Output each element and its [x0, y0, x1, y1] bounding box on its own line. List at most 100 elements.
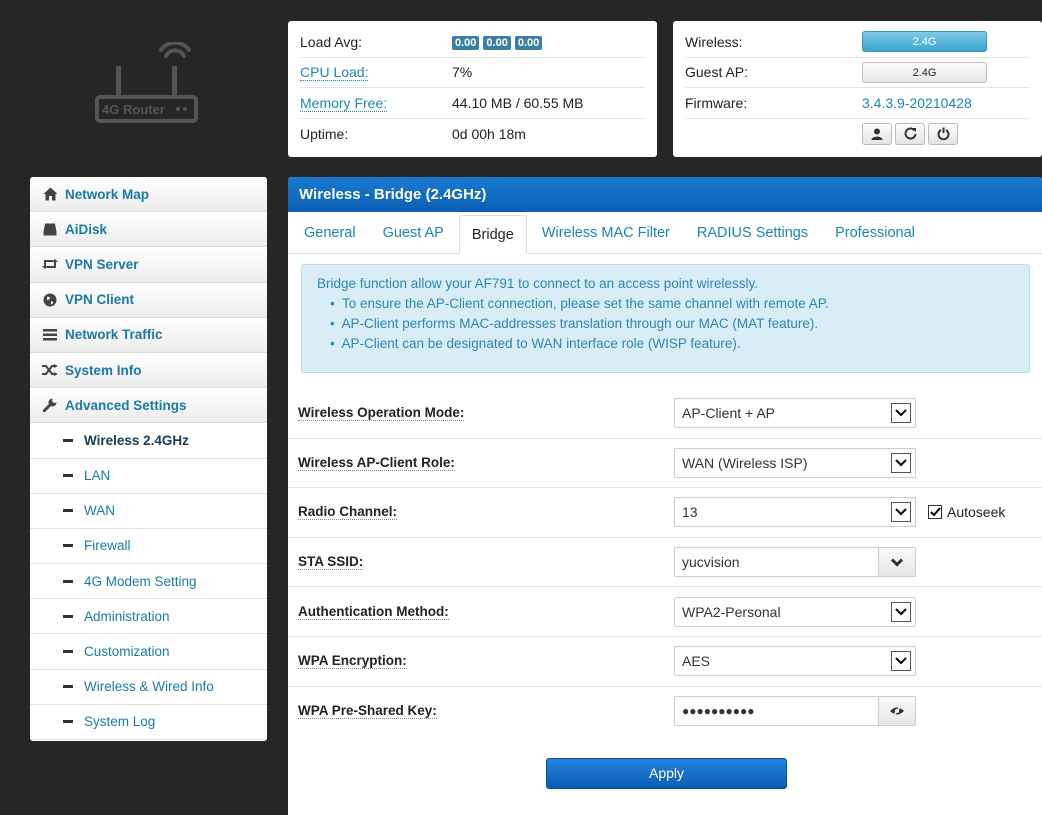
refresh-button[interactable]: [895, 122, 925, 145]
sidebar-item-network-traffic[interactable]: Network Traffic: [30, 317, 267, 353]
sidebar-item-label: Network Traffic: [65, 327, 163, 343]
retweet-icon: [40, 258, 60, 270]
info-bullet: • AP-Client performs MAC-addresses trans…: [330, 316, 819, 331]
memory-free-value: 44.10 MB / 60.55 MB: [452, 94, 584, 111]
dash-icon: [63, 614, 73, 618]
chevron-down-icon: [891, 558, 903, 567]
chevron-down-icon: [891, 502, 911, 523]
load-avg-5: 0.00: [483, 36, 511, 51]
sidebar-subitem-firewall[interactable]: Firewall: [30, 528, 267, 565]
sidebar-item-vpn-server[interactable]: VPN Server: [30, 247, 267, 283]
tab-bar: General Guest AP Bridge Wireless MAC Fil…: [288, 212, 1042, 254]
tab-radius-settings[interactable]: RADIUS Settings: [685, 214, 820, 253]
sidebar-item-system-info[interactable]: System Info: [30, 352, 267, 389]
sidebar-subitem-label: Firewall: [84, 538, 131, 554]
load-avg-label: Load Avg:: [300, 33, 363, 50]
chevron-down-icon: [891, 452, 911, 473]
encryption-value: AES: [682, 653, 711, 670]
sidebar-subitem-wireless-2g[interactable]: Wireless 2.4GHz: [30, 423, 267, 459]
sidebar-subitem-system-log[interactable]: System Log: [30, 704, 267, 740]
ssid-row: STA SSID: yucvision: [288, 538, 1042, 588]
sidebar-subitem-label: Wireless 2.4GHz: [84, 432, 189, 448]
sidebar-subitem-label: 4G Modem Setting: [84, 573, 197, 589]
tab-general[interactable]: General: [292, 214, 368, 253]
autoseek-option[interactable]: Autoseek: [928, 504, 1005, 520]
firmware-label: Firmware:: [685, 94, 748, 111]
psk-label: WPA Pre-Shared Key:: [298, 703, 437, 720]
wireless-label: Wireless:: [685, 33, 743, 50]
power-button[interactable]: [928, 122, 958, 145]
dash-icon: [63, 579, 73, 583]
wireless-row: Wireless: 2.4G: [685, 27, 1030, 58]
uptime-row: Uptime: 0d 00h 18m: [300, 119, 645, 150]
sidebar-subitem-customization[interactable]: Customization: [30, 634, 267, 670]
dash-icon: [63, 650, 73, 654]
info-heading: Bridge function allow your AF791 to conn…: [317, 276, 758, 291]
channel-select[interactable]: 13: [674, 497, 916, 528]
wireless-2g-toggle[interactable]: 2.4G: [862, 31, 987, 53]
autoseek-checkbox[interactable]: [928, 505, 942, 520]
psk-combo: ●●●●●●●●●●: [674, 696, 916, 727]
op-mode-select[interactable]: AP-Client + AP: [674, 398, 916, 429]
sidebar-item-aidisk[interactable]: AiDisk: [30, 212, 267, 248]
encryption-row: WPA Encryption: AES: [288, 637, 1042, 687]
sidebar-subitem-administration[interactable]: Administration: [30, 599, 267, 635]
tab-bridge[interactable]: Bridge: [458, 215, 527, 254]
shuffle-icon: [40, 364, 60, 377]
sidebar-subitem-label: Customization: [84, 644, 170, 660]
dash-icon: [63, 474, 73, 478]
sidebar-subitem-4g-modem[interactable]: 4G Modem Setting: [30, 564, 267, 600]
chevron-down-icon: [891, 403, 911, 424]
system-status-panel: Load Avg: 0.00 0.00 0.00 CPU Load: 7% Memo…: [288, 21, 657, 157]
sidebar-subitem-wan[interactable]: WAN: [30, 493, 267, 529]
sidebar-subitem-label: Administration: [84, 608, 170, 624]
role-select[interactable]: WAN (Wireless ISP): [674, 447, 916, 478]
tab-guest-ap[interactable]: Guest AP: [371, 214, 456, 253]
ssid-label: STA SSID:: [298, 554, 364, 571]
ssid-scan-button[interactable]: [878, 547, 916, 578]
sidebar-item-vpn-client[interactable]: VPN Client: [30, 282, 267, 318]
sidebar-subitem-label: System Log: [84, 714, 156, 730]
sidebar-item-label: VPN Client: [65, 292, 135, 308]
sidebar-item-network-map[interactable]: Network Map: [30, 177, 267, 213]
dash-icon: [63, 685, 73, 689]
sidebar-item-label: AiDisk: [65, 221, 108, 237]
toggle-password-button[interactable]: [878, 696, 916, 727]
cpu-load-link[interactable]: CPU Load:: [300, 64, 369, 82]
psk-input[interactable]: ●●●●●●●●●●: [674, 696, 878, 727]
sidebar-subitem-wireless-wired-info[interactable]: Wireless & Wired Info: [30, 669, 267, 705]
tab-wireless-mac-filter[interactable]: Wireless MAC Filter: [530, 214, 682, 253]
op-mode-row: Wireless Operation Mode: AP-Client + AP: [288, 389, 1042, 439]
main-panel: Wireless - Bridge (2.4GHz) General Guest…: [288, 177, 1042, 815]
ssid-input[interactable]: yucvision: [674, 547, 878, 578]
auth-select[interactable]: WPA2-Personal: [674, 596, 916, 627]
guest-ap-2g-toggle[interactable]: 2.4G: [862, 61, 987, 83]
encryption-label: WPA Encryption:: [298, 653, 407, 670]
tab-professional[interactable]: Professional: [823, 214, 927, 253]
sidebar-nav: Network Map AiDisk VPN Server VPN Client…: [30, 177, 267, 741]
memory-free-link[interactable]: Memory Free:: [300, 94, 388, 112]
apply-button[interactable]: Apply: [546, 758, 787, 789]
channel-label: Radio Channel:: [298, 504, 398, 521]
auth-row: Authentication Method: WPA2-Personal: [288, 587, 1042, 637]
ssid-combo: yucvision: [674, 547, 916, 578]
sidebar-subitem-lan[interactable]: LAN: [30, 458, 267, 494]
sidebar-item-label: Network Map: [65, 186, 150, 202]
sidebar-subitem-label: LAN: [84, 468, 111, 484]
autoseek-label: Autoseek: [947, 504, 1006, 521]
op-mode-value: AP-Client + AP: [682, 405, 775, 422]
globe-icon: [40, 293, 60, 307]
load-avg-15: 0.00: [514, 36, 543, 51]
memory-row: Memory Free: 44.10 MB / 60.55 MB: [300, 88, 645, 119]
eye-slash-icon: [890, 705, 904, 717]
encryption-select[interactable]: AES: [674, 646, 916, 677]
sidebar-item-advanced-settings[interactable]: Advanced Settings: [30, 388, 267, 424]
wrench-icon: [40, 398, 60, 413]
user-button[interactable]: [862, 122, 892, 145]
guest-ap-row: Guest AP: 2.4G: [685, 58, 1030, 88]
firmware-version-link[interactable]: 3.4.3.9-20210428: [862, 95, 972, 111]
info-bullet: • AP-Client can be designated to WAN int…: [330, 336, 741, 351]
channel-row: Radio Channel: 13 Autoseek: [288, 488, 1042, 538]
chevron-down-icon: [891, 601, 911, 622]
home-icon: [40, 187, 60, 201]
